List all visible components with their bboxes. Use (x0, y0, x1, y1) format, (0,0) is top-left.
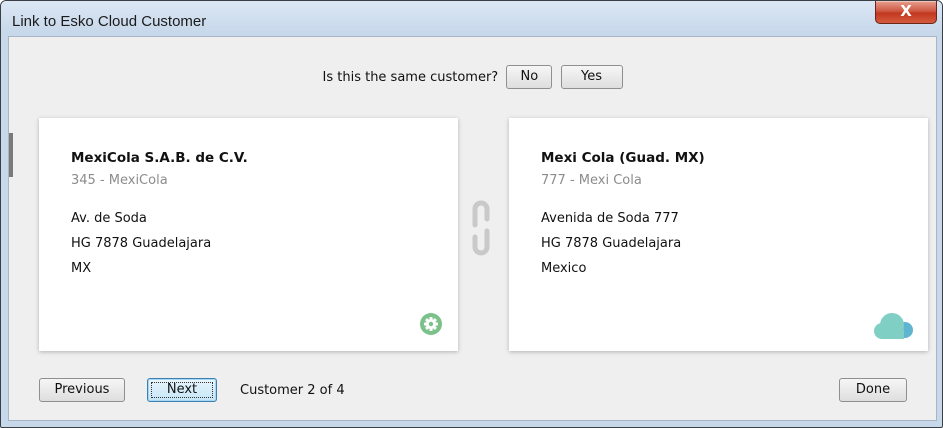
edge-accent (9, 133, 13, 177)
close-button[interactable]: X (875, 1, 937, 24)
address-line: MX (71, 261, 92, 276)
customer-address: Avenida de Soda 777 HG 7878 Guadelajara … (541, 206, 681, 281)
previous-button[interactable]: Previous (39, 378, 125, 402)
dialog-window: Link to Esko Cloud Customer X Is this th… (0, 0, 943, 428)
done-button[interactable]: Done (839, 378, 907, 402)
address-line: HG 7878 Guadelajara (71, 236, 212, 251)
dialog-content: Is this the same customer? No Yes MexiCo… (8, 36, 937, 421)
address-line: HG 7878 Guadelajara (541, 236, 682, 251)
customer-counter: Customer 2 of 4 (240, 383, 345, 398)
title-bar[interactable]: Link to Esko Cloud Customer X (1, 1, 942, 35)
next-button[interactable]: Next (147, 378, 217, 402)
customer-name: Mexi Cola (Guad. MX) (541, 150, 705, 166)
customer-code: 345 - MexiCola (71, 173, 168, 188)
cloud-icon (874, 310, 916, 344)
customer-code: 777 - Mexi Cola (541, 173, 642, 188)
yes-button[interactable]: Yes (560, 65, 623, 89)
customer-address: Av. de Soda HG 7878 Guadelajara MX (71, 206, 211, 281)
confirmation-question: Is this the same customer? (322, 69, 499, 85)
confirmation-row: Is this the same customer? No Yes (9, 65, 936, 93)
customer-name: MexiCola S.A.B. de C.V. (71, 150, 248, 166)
window-title: Link to Esko Cloud Customer (12, 13, 207, 30)
no-button[interactable]: No (506, 65, 553, 89)
address-line: Av. de Soda (71, 211, 147, 226)
address-line: Avenida de Soda 777 (541, 211, 679, 226)
link-icon (471, 195, 491, 265)
focus-ring (151, 382, 213, 398)
gear-icon (420, 313, 442, 335)
navigation-bar: Previous Next Customer 2 of 4 Done (9, 375, 936, 405)
local-customer-card: MexiCola S.A.B. de C.V. 345 - MexiCola A… (39, 118, 458, 351)
cloud-customer-card: Mexi Cola (Guad. MX) 777 - Mexi Cola Ave… (509, 118, 928, 351)
address-line: Mexico (541, 261, 587, 276)
close-icon: X (900, 2, 912, 20)
